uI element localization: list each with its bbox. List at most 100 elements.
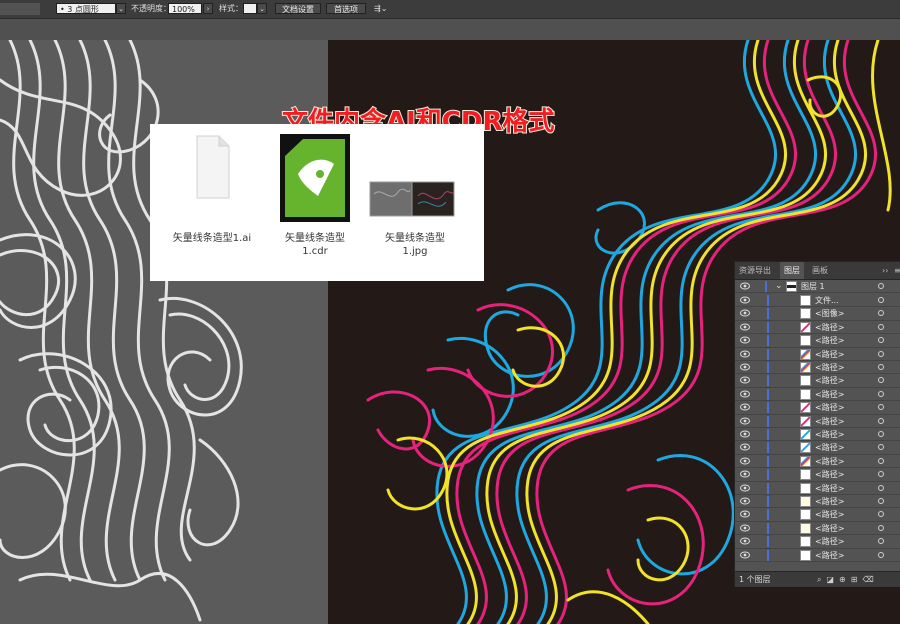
layer-row[interactable]: <路径> bbox=[735, 482, 900, 495]
visibility-eye-icon[interactable] bbox=[740, 484, 750, 492]
file-item-cdr[interactable]: 矢量线条造型 1.cdr bbox=[268, 134, 362, 257]
layer-row[interactable]: 文件... bbox=[735, 294, 900, 308]
layer-row[interactable]: <路径> bbox=[735, 535, 900, 549]
layer-row[interactable]: <路径> bbox=[735, 361, 900, 375]
layer-row-name[interactable]: <路径> bbox=[815, 482, 844, 495]
target-circle-icon[interactable] bbox=[878, 498, 884, 504]
layer-row-name[interactable]: <路径> bbox=[815, 321, 844, 334]
file-item-jpg[interactable]: 矢量线条造型 1.jpg bbox=[368, 134, 462, 257]
layer-row-name[interactable]: <图像> bbox=[815, 307, 844, 320]
style-swatch[interactable] bbox=[243, 3, 257, 14]
layer-row[interactable]: <路径> bbox=[735, 508, 900, 522]
visibility-eye-icon[interactable] bbox=[740, 551, 750, 559]
layer-row-name[interactable]: <路径> bbox=[815, 455, 844, 468]
tab-asset-export[interactable]: 资源导出 bbox=[735, 262, 775, 279]
visibility-eye-icon[interactable] bbox=[740, 417, 750, 425]
document-setup-button[interactable]: 文档设置 bbox=[275, 3, 321, 14]
layer-row-name[interactable]: <路径> bbox=[815, 388, 844, 401]
brush-definition-field[interactable]: • 3 点圆形 bbox=[56, 3, 116, 14]
layer-row-name[interactable]: <路径> bbox=[815, 549, 844, 562]
target-circle-icon[interactable] bbox=[878, 431, 884, 437]
layer-row-name[interactable]: <路径> bbox=[815, 508, 844, 521]
visibility-eye-icon[interactable] bbox=[740, 350, 750, 358]
target-circle-icon[interactable] bbox=[878, 444, 884, 451]
opacity-expand-arrow-icon[interactable]: › bbox=[203, 3, 213, 14]
layer-row[interactable]: <路径> bbox=[735, 388, 900, 402]
layer-row[interactable]: <路径> bbox=[735, 522, 900, 536]
visibility-eye-icon[interactable] bbox=[740, 296, 750, 304]
new-layer-icon[interactable]: ⊞ bbox=[851, 575, 863, 584]
target-circle-icon[interactable] bbox=[878, 323, 884, 330]
target-circle-icon[interactable] bbox=[878, 404, 884, 411]
visibility-eye-icon[interactable] bbox=[740, 443, 750, 451]
expand-chevron-icon[interactable]: ⌄ bbox=[775, 280, 783, 293]
layer-row[interactable]: <图像> bbox=[735, 307, 900, 321]
target-circle-icon[interactable] bbox=[878, 337, 884, 344]
target-circle-icon[interactable] bbox=[878, 377, 884, 384]
layer-row[interactable]: <路径> bbox=[735, 428, 900, 442]
visibility-eye-icon[interactable] bbox=[740, 470, 750, 478]
visibility-eye-icon[interactable] bbox=[740, 390, 750, 398]
visibility-eye-icon[interactable] bbox=[740, 537, 750, 545]
visibility-eye-icon[interactable] bbox=[740, 403, 750, 411]
target-circle-icon[interactable] bbox=[878, 457, 884, 464]
clipping-mask-icon[interactable]: ◪ bbox=[826, 575, 839, 584]
tab-layers[interactable]: 图层 bbox=[780, 262, 804, 279]
layer-row[interactable]: <路径> bbox=[735, 415, 900, 428]
layer-row-name[interactable]: <路径> bbox=[815, 495, 844, 508]
visibility-eye-icon[interactable] bbox=[740, 457, 750, 465]
layer-row[interactable]: <路径> bbox=[735, 401, 900, 415]
target-circle-icon[interactable] bbox=[878, 310, 884, 317]
preferences-button[interactable]: 首选项 bbox=[326, 3, 366, 14]
layer-row-name[interactable]: 文件... bbox=[815, 294, 839, 307]
layer-row[interactable]: <路径> bbox=[735, 321, 900, 335]
layer-row[interactable]: <路径> bbox=[735, 549, 900, 562]
target-circle-icon[interactable] bbox=[878, 551, 884, 558]
stroke-swatch[interactable] bbox=[0, 3, 40, 15]
visibility-eye-icon[interactable] bbox=[740, 363, 750, 371]
visibility-eye-icon[interactable] bbox=[740, 497, 750, 505]
target-circle-icon[interactable] bbox=[878, 297, 884, 303]
target-circle-icon[interactable] bbox=[878, 538, 884, 545]
brush-dropdown-chevron-icon[interactable]: ⌄ bbox=[116, 3, 126, 14]
layer-name[interactable]: 图层 1 bbox=[801, 280, 825, 293]
layer-row-name[interactable]: <路径> bbox=[815, 348, 844, 361]
visibility-eye-icon[interactable] bbox=[740, 376, 750, 384]
layer-row-name[interactable]: <路径> bbox=[815, 522, 844, 535]
layer-row-name[interactable]: <路径> bbox=[815, 361, 844, 374]
new-sublayer-icon[interactable]: ⊕ bbox=[839, 575, 851, 584]
target-circle-icon[interactable] bbox=[878, 364, 884, 370]
layer-row-name[interactable]: <路径> bbox=[815, 468, 844, 481]
layer-row-name[interactable]: <路径> bbox=[815, 374, 844, 387]
layer-row-name[interactable]: <路径> bbox=[815, 428, 844, 441]
target-circle-icon[interactable] bbox=[878, 283, 884, 289]
arrange-options-icon[interactable]: ⇶⌄ bbox=[374, 3, 394, 14]
style-dropdown-chevron-icon[interactable]: ⌄ bbox=[257, 3, 267, 14]
opacity-input[interactable]: 100% bbox=[168, 3, 202, 14]
target-circle-icon[interactable] bbox=[878, 484, 884, 491]
layer-row-name[interactable]: <路径> bbox=[815, 441, 844, 454]
target-circle-icon[interactable] bbox=[878, 417, 884, 424]
layer-row[interactable]: <路径> bbox=[735, 468, 900, 482]
file-item-ai[interactable]: 矢量线条造型1.ai bbox=[165, 134, 259, 244]
visibility-eye-icon[interactable] bbox=[740, 524, 750, 532]
target-circle-icon[interactable] bbox=[878, 524, 884, 531]
panel-menu-icon[interactable]: ≡ bbox=[890, 262, 900, 279]
visibility-eye-icon[interactable] bbox=[740, 336, 750, 344]
visibility-eye-icon[interactable] bbox=[740, 309, 750, 317]
visibility-eye-icon[interactable] bbox=[740, 430, 750, 438]
layer-row[interactable]: <路径> bbox=[735, 455, 900, 469]
layer-row-name[interactable]: <路径> bbox=[815, 334, 844, 347]
delete-layer-icon[interactable]: ⌫ bbox=[862, 575, 878, 584]
target-circle-icon[interactable] bbox=[878, 390, 884, 397]
layer-row[interactable]: <路径> bbox=[735, 348, 900, 361]
target-circle-icon[interactable] bbox=[878, 511, 884, 518]
visibility-eye-icon[interactable] bbox=[740, 510, 750, 518]
layer-row-name[interactable]: <路径> bbox=[815, 415, 844, 428]
layer-row[interactable]: <路径> bbox=[735, 334, 900, 348]
visibility-eye-icon[interactable] bbox=[740, 282, 750, 290]
tab-artboards[interactable]: 画板 bbox=[808, 262, 832, 279]
layer-row[interactable]: <路径> bbox=[735, 374, 900, 388]
layer-row[interactable]: <路径> bbox=[735, 441, 900, 455]
visibility-eye-icon[interactable] bbox=[740, 323, 750, 331]
